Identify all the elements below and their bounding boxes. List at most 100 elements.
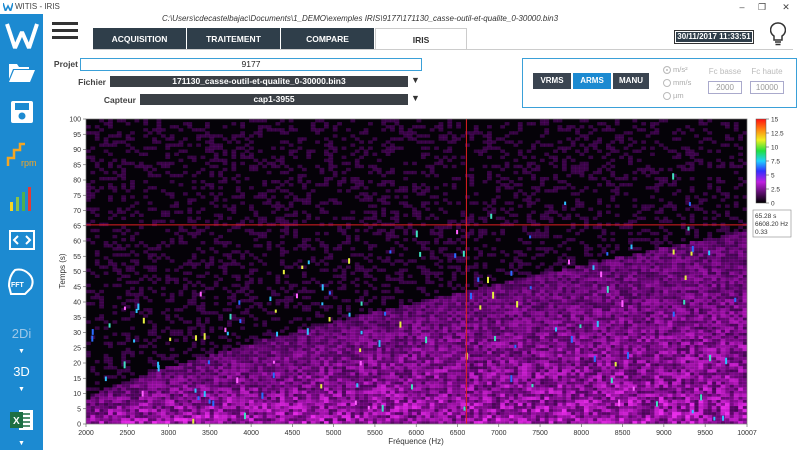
heatmap-cell	[447, 308, 453, 312]
tab-iris[interactable]: IRIS	[375, 28, 467, 50]
heatmap-cell	[99, 417, 105, 422]
manu-button[interactable]: MANU	[613, 73, 649, 89]
arms-button[interactable]: ARMS	[573, 73, 611, 89]
chevron-down-icon[interactable]: ▼	[411, 93, 420, 103]
heatmap-cell	[231, 356, 237, 361]
3d-view-button[interactable]: 3D	[0, 364, 43, 379]
heatmap-cell	[438, 396, 444, 400]
heatmap-cell	[231, 393, 237, 397]
bar-chart-icon[interactable]	[0, 186, 43, 212]
tab-acquisition[interactable]: ACQUISITION	[93, 28, 187, 50]
heatmap-cell	[116, 173, 122, 178]
rpm-icon[interactable]: rpm	[0, 142, 43, 168]
heatmap-cell	[394, 216, 400, 221]
close-button[interactable]: ✕	[776, 1, 796, 13]
heatmap-cell	[182, 414, 188, 419]
heatmap-cell	[456, 332, 461, 336]
heatmap-cell	[121, 317, 127, 321]
heatmap-cell	[434, 353, 439, 358]
unit-radio-mms[interactable]: mm/s	[663, 78, 703, 88]
heatmap-cell	[513, 192, 519, 196]
heatmap-cell	[178, 289, 184, 294]
spectrogram-chart[interactable]: 2000 2500 3000 3500 4000 4500 5000 5500 6000 6500…	[45, 108, 800, 450]
fc-haute-input[interactable]: 10000	[750, 81, 784, 94]
tab-traitement[interactable]: TRAITEMENT	[187, 28, 281, 50]
heatmap-cell	[460, 155, 466, 160]
heatmap-cell	[412, 350, 417, 355]
heatmap-cell	[350, 350, 356, 355]
minimize-button[interactable]: –	[732, 1, 752, 13]
heatmap-cell	[266, 408, 272, 413]
capteur-select[interactable]: cap1-3955	[140, 94, 408, 105]
heatmap-cell	[288, 213, 294, 217]
heatmap-cell	[464, 414, 470, 419]
heatmap-cell	[495, 195, 501, 199]
maximize-button[interactable]: ❐	[752, 1, 772, 13]
heatmap-cell	[125, 387, 131, 391]
heatmap-cell	[407, 341, 413, 346]
heatmap-cell	[495, 302, 501, 306]
heatmap-cell	[500, 317, 506, 321]
heatmap-cell	[522, 378, 528, 382]
heatmap-cell	[293, 378, 298, 382]
heatmap-cell	[319, 414, 325, 419]
vrms-button[interactable]: VRMS	[533, 73, 571, 89]
heatmap-cell	[442, 298, 448, 303]
heatmap-cell	[253, 390, 259, 394]
heatmap-cell	[174, 143, 179, 147]
heatmap-cell	[178, 378, 184, 382]
save-icon[interactable]	[0, 100, 43, 124]
heatmap-cell	[240, 384, 246, 388]
heatmap-cell	[94, 405, 100, 410]
heatmap-cell	[345, 396, 351, 400]
heatmap-cell	[271, 417, 276, 422]
projet-input[interactable]: 9177	[80, 58, 422, 71]
chevron-down-icon[interactable]: ▼	[0, 386, 43, 393]
heatmap-cell	[147, 384, 153, 388]
excel-icon[interactable]: X	[0, 408, 43, 432]
heatmap-cell	[390, 414, 395, 419]
chevron-down-icon[interactable]: ▼	[0, 348, 43, 355]
heatmap-cell	[354, 176, 360, 181]
fichier-select[interactable]: 171130_casse-outil-et-qualite_0-30000.bi…	[110, 76, 408, 87]
heatmap-cell	[354, 378, 360, 382]
unit-radio-ms2[interactable]: m/s²	[663, 65, 703, 75]
heatmap-cell	[469, 305, 475, 309]
heatmap-cell	[500, 155, 506, 160]
heatmap-cell	[381, 341, 387, 346]
heatmap-cell	[112, 366, 118, 370]
heatmap-cell	[165, 192, 171, 196]
fft-hand-icon[interactable]: FFT	[0, 268, 43, 298]
heatmap-cell	[262, 372, 268, 376]
heatmap-cell	[169, 219, 175, 224]
heatmap-cell	[517, 128, 523, 132]
heatmap-cell	[345, 317, 351, 321]
2d-view-button[interactable]: 2Di	[0, 326, 43, 341]
heatmap-cell	[266, 396, 272, 400]
heatmap-cell	[513, 332, 519, 336]
hamburger-menu-icon[interactable]	[52, 22, 78, 40]
fc-basse-input[interactable]: 2000	[708, 81, 742, 94]
heatmap-cell	[165, 402, 171, 407]
chevron-down-icon[interactable]: ▼	[0, 440, 43, 447]
heatmap-cell	[412, 341, 417, 346]
heatmap-cell	[420, 369, 426, 373]
tab-compare[interactable]: COMPARE	[281, 28, 375, 50]
witis-logo-icon[interactable]	[0, 22, 43, 50]
chevron-down-icon[interactable]: ▼	[411, 75, 420, 85]
code-window-icon[interactable]	[0, 230, 43, 250]
heatmap-cell	[301, 201, 307, 205]
heatmap-cell	[134, 408, 140, 413]
heatmap-cell	[390, 320, 395, 324]
heatmap-cell	[517, 314, 523, 318]
unit-radio-um[interactable]: µm	[663, 91, 703, 101]
heatmap-cell	[293, 399, 298, 404]
heatmap-cell	[156, 353, 162, 358]
folder-open-icon[interactable]	[0, 62, 43, 84]
heatmap-cell	[156, 256, 162, 260]
heatmap-cell	[456, 329, 461, 333]
heatmap-cell	[152, 375, 157, 379]
heatmap-cell	[262, 366, 268, 370]
radio-dot	[663, 79, 671, 88]
lightbulb-icon[interactable]	[770, 22, 786, 48]
